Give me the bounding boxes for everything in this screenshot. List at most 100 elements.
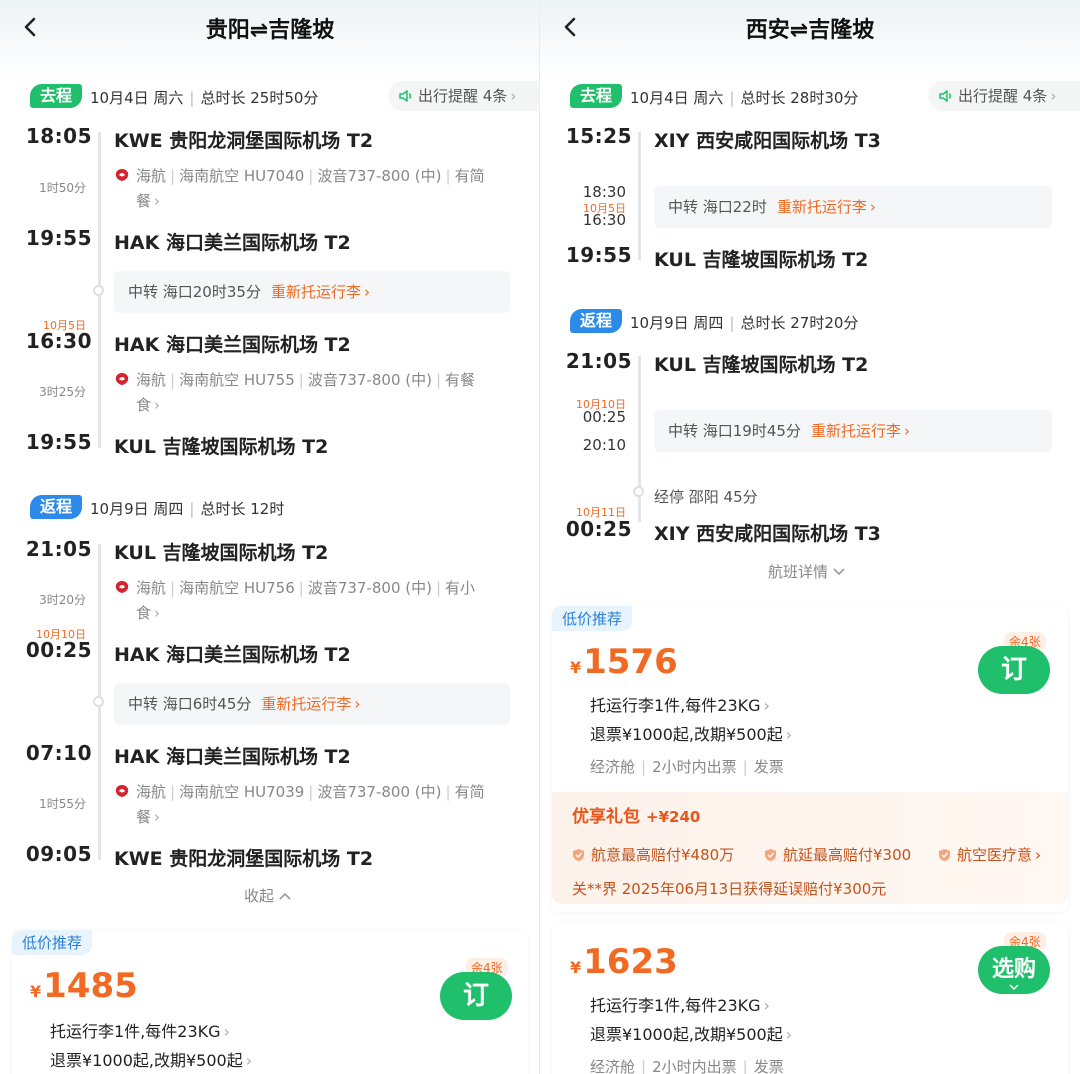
dep-time: 15:25 [565,124,632,148]
low-price-tag: 低价推荐 [552,606,633,631]
low-price-tag: 低价推荐 [12,930,93,955]
benefit-item: 航延最高赔付¥300 [764,844,911,865]
outbound-duration: 总时长 25时50分 [200,89,319,107]
refund-policy[interactable]: 退票¥1000起,改期¥500起 › [50,1047,252,1071]
ticket-terms: 经济舱 | 2小时内出票 | 发票 [590,1058,784,1074]
price: ¥1485 [30,966,138,1006]
dep-time: 16:30 [25,329,92,353]
stopover-info: 经停 邵阳 45分 [654,488,758,506]
transfer-info[interactable]: 中转 海口6时45分 重新托运行李 › [114,683,510,725]
page-title: 西安⇌吉隆坡 [745,18,875,43]
timeline-dot [93,285,104,296]
outbound-badge: 去程 [570,84,622,108]
benefit-item: 航意最高赔付¥480万 [572,844,734,865]
travel-reminder[interactable]: 出行提醒 4条 › [928,81,1080,111]
travel-reminder[interactable]: 出行提醒 4条 › [388,81,540,111]
arr-time: 00:25 [25,638,92,662]
chevron-down-icon [1009,984,1019,990]
dep-time: 21:05 [25,537,92,561]
arr-airport: KUL 吉隆坡国际机场 T2 [654,249,869,271]
header-left: 贵阳⇌吉隆坡 [0,0,540,56]
arr-time: 19:55 [25,430,92,454]
dep-airport: HAK 海口美兰国际机场 T2 [114,334,351,356]
gift-package[interactable]: 优享礼包 +¥240 航意最高赔付¥480万 航延最高赔付¥300 航空医疗意 › … [552,792,1068,904]
shield-icon [573,849,584,861]
return-info: 10月9日 周四 | 总时长 12时 [90,500,285,518]
hainan-airlines-logo-icon [115,373,129,385]
shield-icon [939,849,950,861]
price-card[interactable]: ¥1623 余4张 选购 托运行李1件,每件23KG › 退票¥1000起,改期¥… [552,922,1068,1074]
right-panel: 西安⇌吉隆坡 去程 10月4日 周六 | 总时长 28时30分 出行提醒 4条 › 1… [540,0,1080,1074]
flight-info[interactable]: 海航 | 海南航空 HU7039 | 波音737-800 (中) | 有简餐 › [114,780,514,830]
dep-airport: KWE 贵阳龙洞堡国际机场 T2 [114,130,374,152]
left-panel: 贵阳⇌吉隆坡 去程 10月4日 周六 | 总时长 25时50分 出行提醒 4条 › 1… [0,0,540,1074]
price: ¥1576 [570,642,678,682]
baggage-policy[interactable]: 托运行李1件,每件23KG › [590,692,770,716]
price: ¥1623 [570,942,678,982]
return-badge: 返程 [570,309,622,333]
return-info: 10月9日 周四 | 总时长 27时20分 [630,314,859,332]
dep-airport: KUL 吉隆坡国际机场 T2 [114,542,329,564]
select-button[interactable]: 选购 [978,946,1050,994]
chevron-up-icon [279,892,291,900]
outbound-info: 10月4日 周六 | 总时长 28时30分 [630,89,859,107]
flight-info[interactable]: 海航 | 海南航空 HU7040 | 波音737-800 (中) | 有简餐 › [114,164,514,214]
price-card[interactable]: 低价推荐 ¥1485 余4张 订 托运行李1件,每件23KG › 退票¥1000起… [12,930,528,1074]
dep-time: 21:05 [565,349,632,373]
page-title: 贵阳⇌吉隆坡 [205,18,335,43]
outbound-badge: 去程 [30,84,82,108]
arr-time: 09:05 [25,842,92,866]
transfer-arrival-time: 00:25 [582,408,626,426]
book-button[interactable]: 订 [440,972,512,1020]
transfer-departure-time: 20:10 [582,436,626,454]
arr-time: 19:55 [25,226,92,250]
outbound-date: 10月4日 周六 [90,89,184,107]
refund-policy[interactable]: 退票¥1000起,改期¥500起 › [590,721,792,745]
dep-time: 18:05 [25,124,92,148]
transfer-arrival-time: 18:30 [582,183,626,201]
arr-airport: XIY 西安咸阳国际机场 T3 [654,523,881,545]
segment-duration: 1时55分 [39,797,86,811]
baggage-policy[interactable]: 托运行李1件,每件23KG › [50,1018,230,1042]
ticket-terms: 经济舱 | 2小时内出票 | 发票 [590,758,784,776]
arr-airport: HAK 海口美兰国际机场 T2 [114,644,351,666]
segment-duration: 3时25分 [39,385,86,399]
transfer-departure-time: 16:30 [582,211,626,229]
dep-airport: XIY 西安咸阳国际机场 T3 [654,130,881,152]
collapse-button[interactable]: 收起 [244,885,292,906]
arr-time: 19:55 [565,243,632,267]
flight-details-button[interactable]: 航班详情 [768,561,846,582]
flight-info[interactable]: 海航 | 海南航空 HU756 | 波音737-800 (中) | 有小食 › [114,576,514,626]
arr-airport: KUL 吉隆坡国际机场 T2 [114,436,329,458]
benefit-item: 航空医疗意 › [938,844,1041,865]
timeline-dot [93,696,104,707]
hainan-airlines-logo-icon [115,169,129,181]
segment-duration: 1时50分 [39,181,86,195]
arr-airport: HAK 海口美兰国际机场 T2 [114,232,351,254]
book-button[interactable]: 订 [978,646,1050,694]
outbound-info: 10月4日 周六 | 总时长 25时50分 [90,89,319,107]
timeline [638,132,641,260]
header-right: 西安⇌吉隆坡 [540,0,1080,56]
gift-title: 优享礼包 +¥240 [572,807,701,827]
baggage-policy[interactable]: 托运行李1件,每件23KG › [590,992,770,1016]
reminder-label: 出行提醒 4条 [418,87,508,105]
transfer-info[interactable]: 中转 海口22时 重新托运行李 › [654,186,1052,228]
price-card[interactable]: 低价推荐 ¥1576 余4张 订 托运行李1件,每件23KG › 退票¥1000起… [552,606,1068,912]
arr-airport: KWE 贵阳龙洞堡国际机场 T2 [114,848,374,870]
timeline [638,356,641,522]
timeline-dot [633,486,644,497]
chevron-down-icon [833,568,845,576]
dep-airport: HAK 海口美兰国际机场 T2 [114,746,351,768]
transfer-info[interactable]: 中转 海口19时45分 重新托运行李 › [654,410,1052,452]
flight-info[interactable]: 海航 | 海南航空 HU755 | 波音737-800 (中) | 有餐食 › [114,368,514,418]
dep-time: 07:10 [25,741,92,765]
hainan-airlines-logo-icon [115,581,129,593]
segment-duration: 3时20分 [39,593,86,607]
speaker-icon [399,90,411,102]
hainan-airlines-logo-icon [115,785,129,797]
dep-airport: KUL 吉隆坡国际机场 T2 [654,354,869,376]
refund-policy[interactable]: 退票¥1000起,改期¥500起 › [590,1021,792,1045]
shield-icon [765,849,776,861]
transfer-info[interactable]: 中转 海口20时35分 重新托运行李 › [114,271,510,313]
